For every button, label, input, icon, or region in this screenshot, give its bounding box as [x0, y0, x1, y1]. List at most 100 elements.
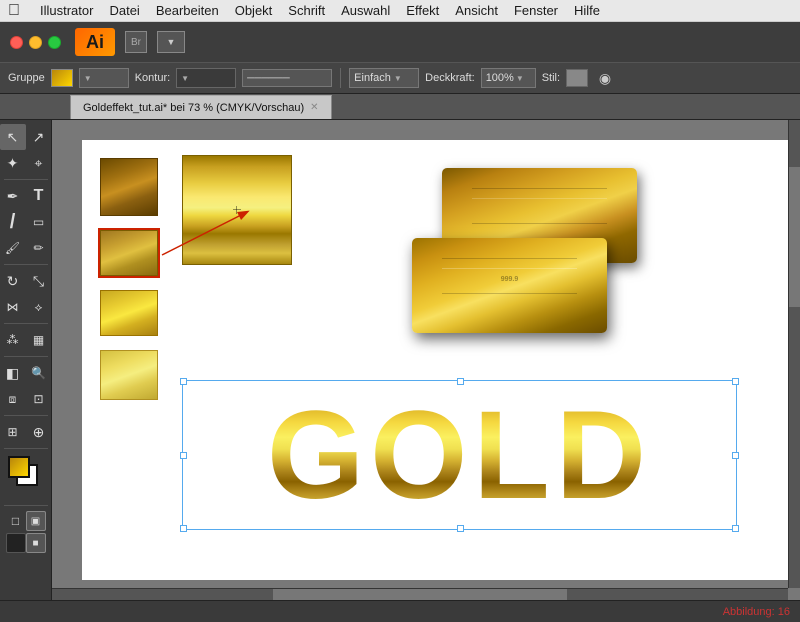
selection-tools: ↖ ↗ ✦ ⌖ — [0, 124, 52, 176]
menu-bar:  Illustrator Datei Bearbeiten Objekt Sc… — [0, 0, 800, 22]
tool-separator-4 — [4, 356, 48, 357]
gold-text-selection-box: GOLD — [182, 380, 737, 530]
horizontal-scrollbar[interactable] — [52, 588, 788, 600]
fill-swatch[interactable] — [51, 69, 73, 87]
menu-fenster[interactable]: Fenster — [514, 3, 558, 18]
tab-close-button[interactable]: ✕ — [310, 102, 318, 113]
transform-tools: ↻ ⤡ ⋈ ⟡ — [0, 268, 52, 320]
group-label: Gruppe — [8, 72, 45, 84]
tool-separator-7 — [4, 505, 48, 506]
stroke-field[interactable]: ────── — [242, 69, 332, 87]
maximize-button[interactable] — [48, 36, 61, 49]
figure-label: Abbildung: 16 — [723, 606, 790, 618]
select-tool[interactable]: ↖ — [0, 124, 26, 150]
status-bar: Abbildung: 16 — [0, 600, 800, 622]
handle-bm — [457, 525, 464, 532]
globe-icon[interactable]: ◉ — [594, 67, 616, 89]
apple-menu[interactable]:  — [8, 2, 20, 20]
misc-tools: ⊞ ⊕ — [0, 419, 52, 445]
screen-mode-button-3[interactable]: ■ — [26, 533, 46, 553]
arrange-button[interactable]: ▼ — [157, 31, 185, 53]
pen-tool[interactable]: ✒ — [0, 183, 26, 209]
gradient-tool[interactable]: ◧ — [0, 360, 26, 386]
screen-mode-button[interactable]: ▣ — [26, 511, 46, 531]
main-layout: ↖ ↗ ✦ ⌖ ✒ T / ▭ 🖌 ✏ — [0, 120, 800, 600]
handle-tr — [732, 378, 739, 385]
view-tools: ◧ 🔍 ⧈ ⊡ — [0, 360, 52, 412]
handle-tl — [180, 378, 187, 385]
menu-ansicht[interactable]: Ansicht — [455, 3, 498, 18]
menu-objekt[interactable]: Objekt — [235, 3, 273, 18]
handle-bl — [180, 525, 187, 532]
effect-tools: ⁂ ▦ — [0, 327, 52, 353]
menu-datei[interactable]: Datei — [109, 3, 139, 18]
canvas-area: 999.9 GOLD — [52, 120, 800, 600]
toolbar: ↖ ↗ ✦ ⌖ ✒ T / ▭ 🖌 ✏ — [0, 120, 52, 600]
menu-auswahl[interactable]: Auswahl — [341, 3, 390, 18]
line-tool[interactable]: / — [0, 209, 26, 235]
foreground-color-swatch[interactable] — [8, 456, 30, 478]
options-bar: Gruppe ▼ Kontur: ▼ ────── Einfach ▼ Deck… — [0, 62, 800, 94]
blend-tool[interactable]: ⧈ — [0, 386, 26, 412]
symbol-sprayer-tool[interactable]: ⁂ — [0, 327, 26, 353]
reshape-tool[interactable]: ⟡ — [26, 294, 52, 320]
pencil-tool[interactable]: ✏ — [26, 235, 52, 261]
document-tab[interactable]: Goldeffekt_tut.ai* bei 73 % (CMYK/Vorsch… — [70, 95, 332, 119]
slice-tool[interactable]: ⊡ — [26, 386, 52, 412]
fill-dropdown[interactable]: ▼ — [79, 68, 129, 88]
gold-bars-group: 999.9 — [402, 168, 652, 348]
color-swatches — [4, 456, 48, 498]
menu-schrift[interactable]: Schrift — [288, 3, 325, 18]
stil-label: Stil: — [542, 72, 560, 84]
separator — [340, 68, 341, 88]
gold-gradient-rectangle — [182, 155, 292, 265]
gold-text: GOLD — [183, 381, 736, 529]
graph-tool[interactable]: ▦ — [26, 327, 52, 353]
magic-wand-tool[interactable]: ✦ — [0, 150, 26, 176]
menu-bearbeiten[interactable]: Bearbeiten — [156, 3, 219, 18]
tab-bar: Goldeffekt_tut.ai* bei 73 % (CMYK/Vorsch… — [0, 94, 800, 120]
paintbrush-tool[interactable]: 🖌 — [0, 235, 26, 261]
scale-tool[interactable]: ⤡ — [26, 268, 52, 294]
view-mode-buttons: □ ▣ — [0, 511, 52, 531]
warp-tool[interactable]: ⋈ — [0, 294, 26, 320]
screen-mode-button-2[interactable] — [6, 533, 26, 553]
type-tool[interactable]: T — [26, 183, 52, 209]
stroke-style-dropdown[interactable]: Einfach ▼ — [349, 68, 419, 88]
style-swatch[interactable] — [566, 69, 588, 87]
menu-illustrator[interactable]: Illustrator — [40, 3, 93, 18]
menu-effekt[interactable]: Effekt — [406, 3, 439, 18]
opacity-field[interactable]: 100% ▼ — [481, 68, 536, 88]
menu-hilfe[interactable]: Hilfe — [574, 3, 600, 18]
rotate-tool[interactable]: ↻ — [0, 268, 26, 294]
direct-select-tool[interactable]: ↗ — [26, 124, 52, 150]
extra-buttons: ■ — [0, 533, 52, 553]
swatch-dark-gold-1 — [100, 158, 158, 216]
close-button[interactable] — [10, 36, 23, 49]
tab-label: Goldeffekt_tut.ai* bei 73 % (CMYK/Vorsch… — [83, 102, 304, 114]
handle-ml — [180, 452, 187, 459]
deckkraft-label: Deckkraft: — [425, 72, 475, 84]
rectangle-tool[interactable]: ▭ — [26, 209, 52, 235]
vertical-scrollbar[interactable] — [788, 120, 800, 588]
kontur-label: Kontur: — [135, 72, 170, 84]
tool-separator-1 — [4, 179, 48, 180]
swatch-bright-gold-3 — [100, 290, 158, 336]
canvas-white: 999.9 GOLD — [82, 140, 800, 580]
minimize-button[interactable] — [29, 36, 42, 49]
lasso-tool[interactable]: ⌖ — [26, 150, 52, 176]
document-icon: Br — [125, 31, 147, 53]
zoom-tool[interactable]: ⊕ — [26, 419, 52, 445]
gold-bar-front: 999.9 — [412, 238, 607, 333]
normal-mode-button[interactable]: □ — [6, 511, 26, 531]
handle-mr — [732, 452, 739, 459]
measure-tool[interactable]: ⊞ — [0, 419, 26, 445]
handle-tm — [457, 378, 464, 385]
swatch-selection-2 — [98, 228, 160, 278]
traffic-lights — [10, 36, 61, 49]
drawing-tools: ✒ T / ▭ 🖌 ✏ — [0, 183, 52, 261]
tool-separator-2 — [4, 264, 48, 265]
tool-separator-6 — [4, 448, 48, 449]
eyedropper-tool[interactable]: 🔍 — [26, 360, 52, 386]
stroke-swatch[interactable]: ▼ — [176, 68, 236, 88]
